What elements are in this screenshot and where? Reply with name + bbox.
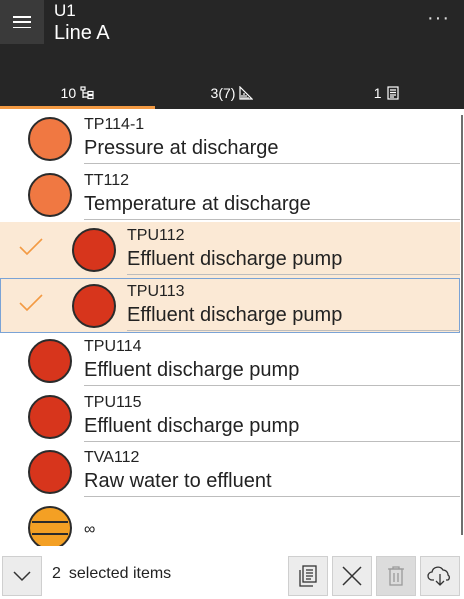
diagram-icon	[239, 85, 254, 100]
clear-selection-button[interactable]	[332, 556, 372, 596]
status-indicator	[28, 339, 72, 383]
item-text: TP114-1 Pressure at discharge	[84, 115, 460, 164]
item-code: TPU113	[127, 282, 185, 300]
list-item[interactable]: TPU114 Effluent discharge pump	[0, 333, 460, 389]
copy-document-icon	[299, 565, 317, 587]
item-code: TVA112	[84, 449, 140, 466]
list-scrollbar[interactable]	[461, 115, 463, 535]
item-text: TPU114 Effluent discharge pump	[84, 337, 460, 386]
checkmark-icon	[19, 238, 43, 256]
checkmark-icon	[19, 293, 43, 311]
cloud-download-icon	[427, 566, 450, 586]
status-indicator	[28, 117, 72, 161]
item-code: ∞	[84, 520, 96, 538]
unit-title: U1	[54, 1, 76, 20]
item-description: Pressure at discharge	[84, 135, 460, 164]
delete-button[interactable]	[376, 556, 416, 596]
close-icon	[342, 566, 362, 586]
list-item[interactable]: TPU115 Effluent discharge pump	[0, 389, 460, 445]
item-description: Effluent discharge pump	[84, 413, 460, 442]
tab-documents[interactable]: 1	[309, 76, 464, 109]
selection-summary: 2 selected items	[52, 565, 171, 583]
list-item[interactable]: TP114-1 Pressure at discharge	[0, 111, 460, 167]
status-indicator	[28, 172, 72, 217]
selection-toolbar: 2 selected items	[0, 548, 464, 599]
status-indicator	[72, 228, 116, 272]
selected-count: 2	[52, 565, 61, 582]
item-description: Raw water to effluent	[84, 468, 460, 497]
download-button[interactable]	[420, 556, 460, 596]
line-title: Line A	[54, 22, 110, 44]
document-icon	[386, 85, 399, 100]
item-text: TVA112 Raw water to effluent	[84, 448, 460, 497]
item-description: Effluent discharge pump	[127, 302, 460, 331]
tab-bar: 10 3(7) 1	[0, 76, 464, 109]
item-description: Effluent discharge pump	[127, 246, 460, 275]
item-code: TT112	[84, 171, 130, 189]
tab-diagram[interactable]: 3(7)	[155, 76, 310, 109]
menu-button[interactable]	[0, 0, 44, 44]
status-indicator	[28, 450, 72, 494]
list-item[interactable]: TPU112 Effluent discharge pump	[0, 222, 460, 278]
item-text: TT112 Temperature at discharge	[84, 171, 460, 220]
item-list: TP114-1 Pressure at discharge TT112 Temp…	[0, 111, 460, 546]
item-text: ∞	[84, 520, 460, 540]
tab-hierarchy[interactable]: 10	[0, 76, 155, 109]
item-text: TPU113 Effluent discharge pump	[127, 282, 460, 331]
list-item[interactable]: TVA112 Raw water to effluent	[0, 444, 460, 500]
tab-label: 10	[60, 84, 77, 101]
list-item[interactable]: TT112 Temperature at discharge	[0, 167, 460, 223]
title-block: U1 Line A	[54, 0, 110, 45]
more-horizontal-icon: ···	[427, 7, 450, 29]
tab-label: 1	[373, 84, 382, 101]
hamburger-icon	[13, 16, 31, 28]
status-indicator	[28, 394, 72, 439]
list-item[interactable]: ∞	[0, 500, 460, 546]
item-description: Effluent discharge pump	[84, 357, 460, 386]
item-code: TP114-1	[84, 116, 145, 133]
hierarchy-icon	[80, 85, 94, 99]
item-text: TPU112 Effluent discharge pump	[127, 226, 460, 275]
item-text: TPU115 Effluent discharge pump	[84, 393, 460, 442]
status-indicator	[72, 283, 116, 328]
item-description: Temperature at discharge	[84, 191, 460, 220]
chevron-down-icon	[13, 571, 31, 582]
trash-icon	[388, 566, 404, 586]
list-item[interactable]: TPU113 Effluent discharge pump	[0, 277, 460, 333]
more-options-button[interactable]: ···	[427, 8, 450, 28]
item-code: TPU114	[84, 338, 142, 355]
status-indicator	[28, 505, 72, 546]
item-code: TPU112	[127, 227, 185, 244]
tab-label: 3(7)	[210, 84, 236, 101]
copy-button[interactable]	[288, 556, 328, 596]
expand-button[interactable]	[2, 556, 42, 596]
selected-label: selected items	[68, 565, 172, 582]
item-code: TPU115	[84, 393, 142, 411]
